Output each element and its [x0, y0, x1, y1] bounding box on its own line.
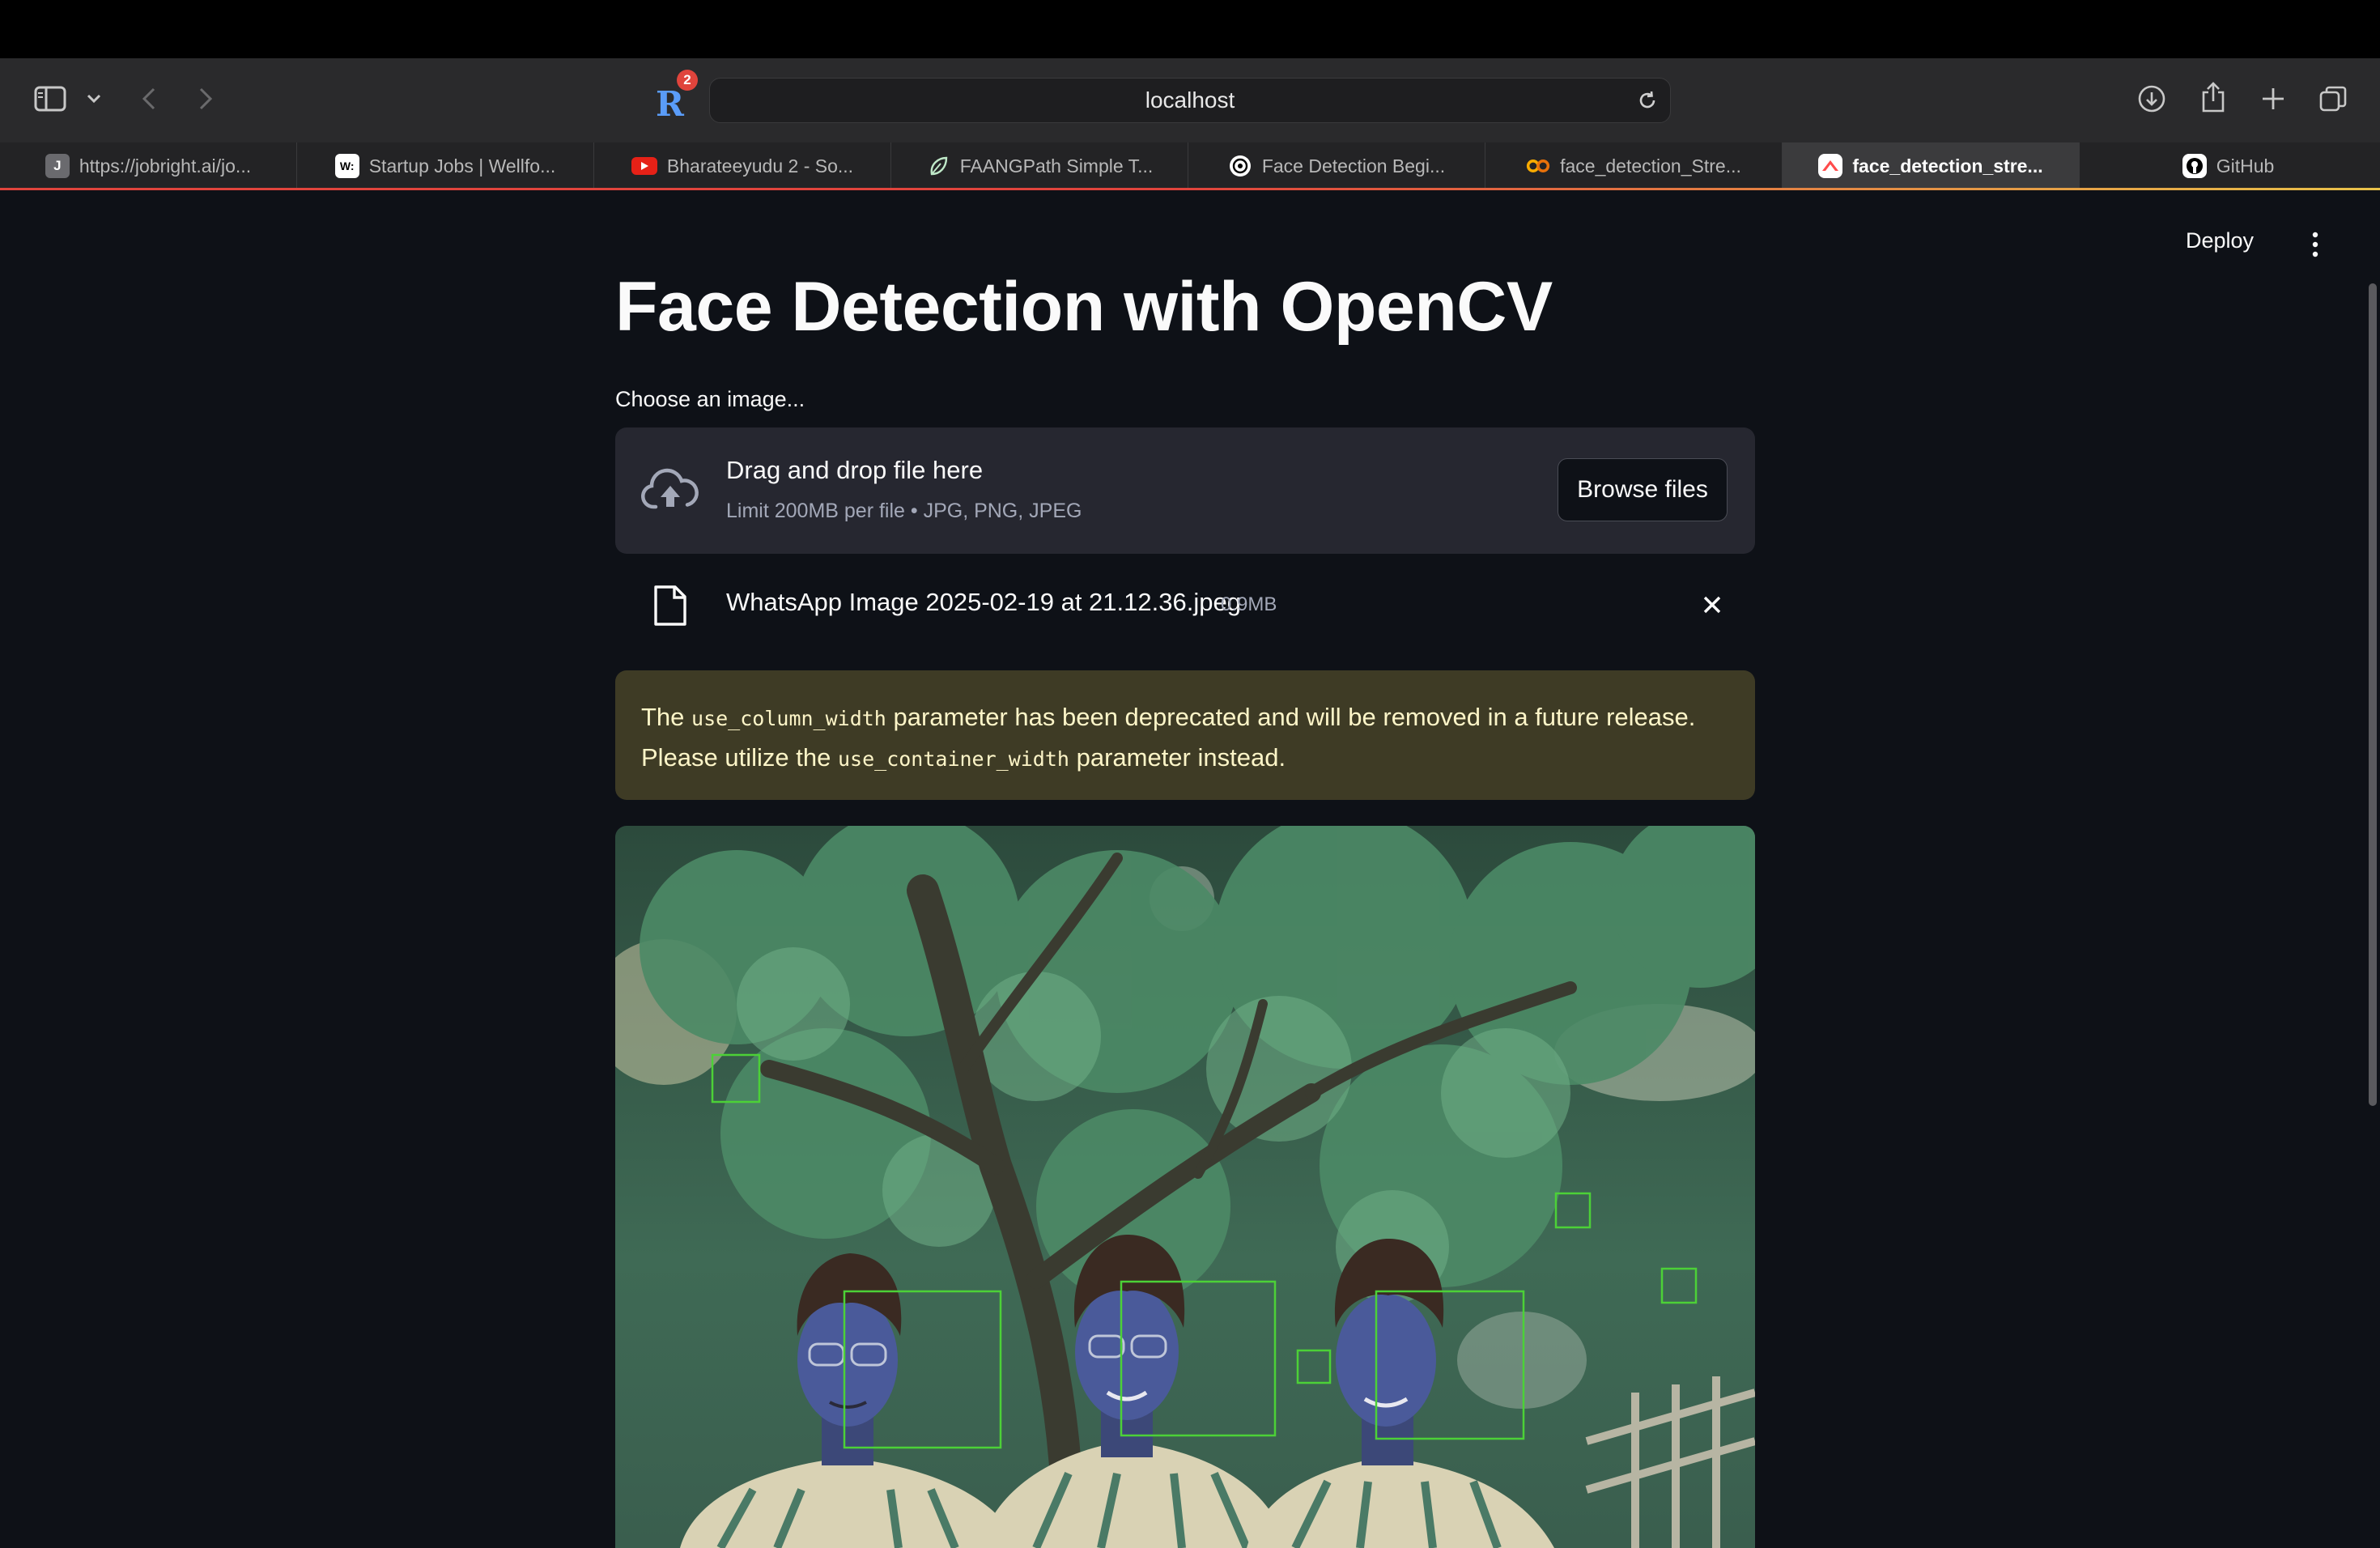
url-text: localhost — [1145, 87, 1235, 113]
tab-streamlit[interactable]: face_detection_stre... — [1783, 142, 2080, 189]
warning-text: parameter instead. — [1069, 743, 1286, 772]
detection-result-image — [615, 826, 1755, 1548]
chevron-down-icon[interactable] — [84, 89, 104, 108]
colab-icon — [1526, 154, 1550, 178]
new-tab-icon[interactable] — [2257, 83, 2289, 115]
uploader-label: Choose an image... — [615, 387, 805, 411]
tab-wellfound[interactable]: W: Startup Jobs | Wellfo... — [297, 142, 594, 189]
warning-text: The — [641, 703, 692, 731]
menu-bar — [0, 0, 2380, 58]
uploaded-file-size: 0.9MB — [1221, 593, 1277, 615]
reload-icon[interactable] — [1636, 89, 1659, 112]
tab-label: GitHub — [2216, 155, 2275, 176]
extension-badge: 2 — [677, 70, 698, 91]
tab-overview-icon[interactable] — [2317, 83, 2349, 115]
close-icon[interactable] — [1700, 593, 1724, 617]
dropzone-title: Drag and drop file here — [726, 456, 984, 484]
back-icon[interactable] — [136, 83, 162, 115]
address-bar[interactable]: localhost — [709, 78, 1671, 123]
tab-label: Startup Jobs | Wellfo... — [368, 155, 556, 176]
github-icon — [2182, 154, 2207, 178]
share-icon[interactable] — [2197, 79, 2229, 115]
tab-jobright[interactable]: J https://jobright.ai/jo... — [0, 142, 297, 189]
wellfound-icon: W: — [334, 154, 359, 178]
warning-code: use_column_width — [691, 707, 886, 730]
tab-label: Bharateeyudu 2 - So... — [666, 155, 854, 176]
deploy-button[interactable]: Deploy — [2186, 228, 2254, 253]
main-menu-icon[interactable] — [2309, 230, 2322, 259]
download-icon[interactable] — [2136, 83, 2168, 115]
file-icon — [652, 585, 688, 627]
warning-code: use_container_width — [837, 747, 1069, 771]
forward-icon[interactable] — [193, 83, 219, 115]
scrollbar[interactable] — [2369, 283, 2377, 1106]
tab-label: Face Detection Begi... — [1261, 155, 1446, 176]
extension-icon[interactable]: R 2 — [656, 70, 698, 124]
tab-label: face_detection_stre... — [1852, 155, 2043, 176]
tab-github[interactable]: GitHub — [2080, 142, 2377, 189]
tab-colab[interactable]: face_detection_Stre... — [1485, 142, 1783, 189]
leaf-icon — [926, 154, 950, 178]
jobright-icon: J — [45, 154, 70, 178]
tab-faangpath[interactable]: FAANGPath Simple T... — [891, 142, 1188, 189]
cloud-upload-icon — [640, 466, 701, 515]
tab-label: face_detection_Stre... — [1560, 155, 1741, 176]
uploaded-file-name: WhatsApp Image 2025-02-19 at 21.12.36.jp… — [726, 588, 1241, 616]
youtube-icon — [631, 157, 657, 175]
tab-strip: J https://jobright.ai/jo... W: Startup J… — [0, 142, 2380, 189]
browse-files-button[interactable]: Browse files — [1558, 458, 1728, 521]
dropzone-subtitle: Limit 200MB per file • JPG, PNG, JPEG — [726, 500, 1082, 522]
tab-youtube[interactable]: Bharateeyudu 2 - So... — [594, 142, 891, 189]
tab-label: https://jobright.ai/jo... — [79, 155, 252, 176]
tab-progress-line — [0, 188, 2380, 190]
deprecation-warning: The use_column_width parameter has been … — [615, 670, 1755, 800]
openai-icon — [1228, 154, 1252, 178]
page-title: Face Detection with OpenCV — [615, 268, 1553, 346]
streamlit-icon — [1818, 154, 1843, 178]
tab-chatgpt[interactable]: Face Detection Begi... — [1188, 142, 1485, 189]
sidebar-toggle-icon[interactable] — [32, 84, 68, 113]
tab-label: FAANGPath Simple T... — [959, 155, 1154, 176]
